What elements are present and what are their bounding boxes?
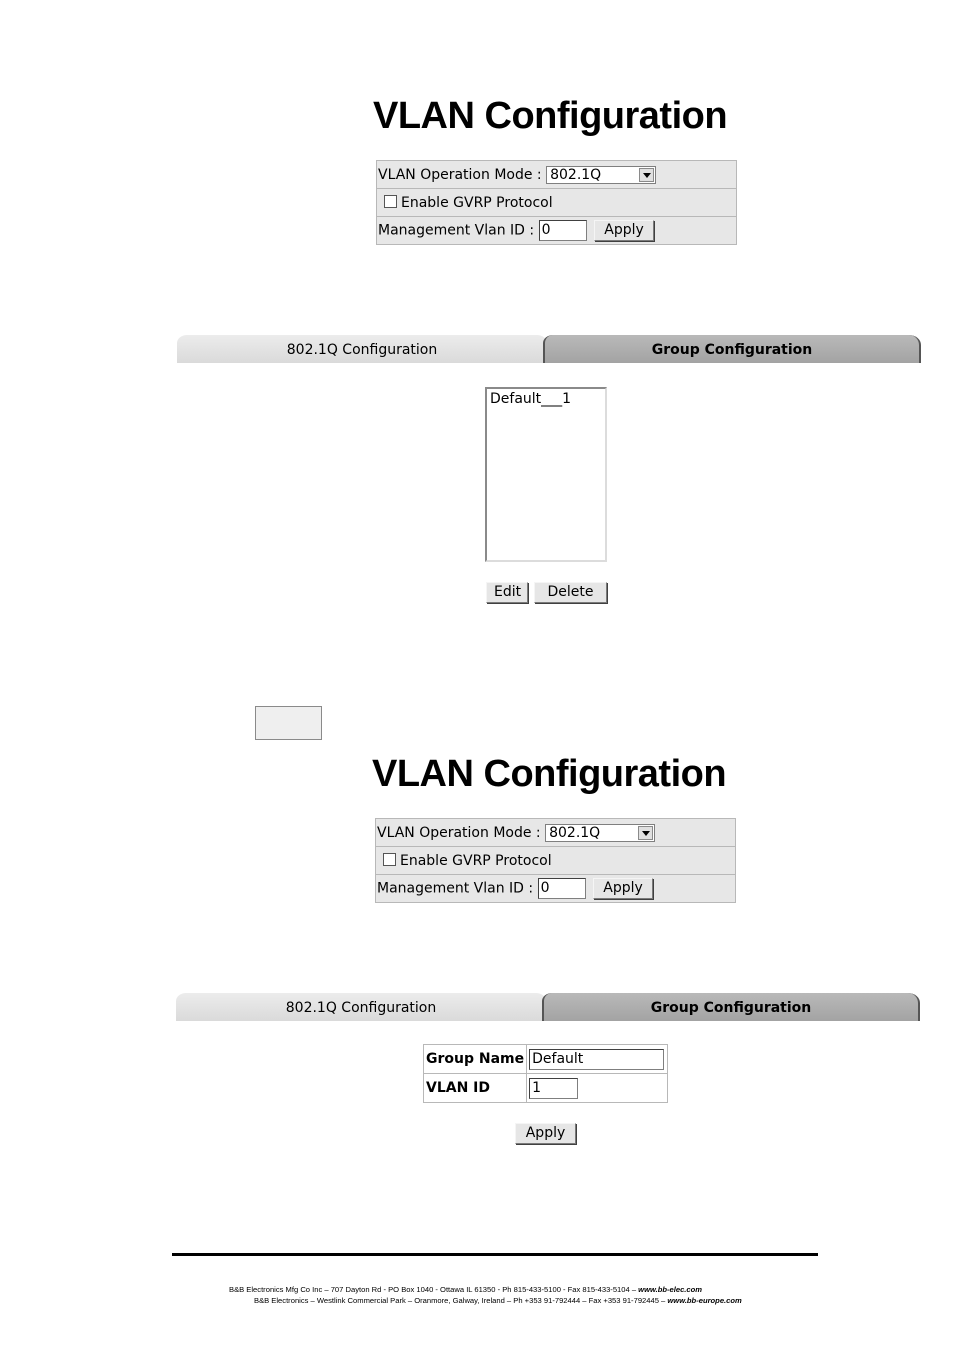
apply-button[interactable]: Apply xyxy=(594,220,655,241)
chevron-down-icon xyxy=(639,167,655,182)
vlan-id-label: VLAN ID xyxy=(422,1073,528,1103)
gvrp-checkbox[interactable] xyxy=(383,852,396,866)
management-vlan-label: Management Vlan ID : xyxy=(378,222,535,239)
tab-group-configuration[interactable]: Group Configuration xyxy=(542,993,920,1021)
gvrp-label: Enable GVRP Protocol xyxy=(400,852,552,869)
footer-line-eu: B&B Electronics – Westlink Commercial Pa… xyxy=(254,1296,742,1305)
config-tabs: 802.1Q Configuration Group Configuration xyxy=(177,335,921,363)
blank-button[interactable] xyxy=(255,706,322,740)
vlan-settings-table: VLAN Operation Mode : 802.1Q Enable GVRP… xyxy=(375,818,736,903)
page-title: VLAN Configuration xyxy=(372,753,727,795)
footer-divider xyxy=(172,1253,818,1256)
group-name-input[interactable]: Default xyxy=(529,1048,665,1070)
delete-button[interactable]: Delete xyxy=(534,582,607,603)
apply-button[interactable]: Apply xyxy=(593,878,654,899)
footer-line-us: B&B Electronics Mfg Co Inc – 707 Dayton … xyxy=(229,1285,703,1294)
operation-mode-label: VLAN Operation Mode : xyxy=(378,166,542,183)
tab-8021q-configuration[interactable]: 802.1Q Configuration xyxy=(177,335,547,363)
group-edit-form: Group Name Default VLAN ID 1 xyxy=(422,1044,669,1103)
operation-mode-label: VLAN Operation Mode : xyxy=(377,824,541,841)
group-apply-button[interactable]: Apply xyxy=(515,1123,576,1144)
tab-group-configuration[interactable]: Group Configuration xyxy=(543,335,921,363)
edit-button[interactable]: Edit xyxy=(486,582,528,603)
vlan-settings-table: VLAN Operation Mode : 802.1Q Enable GVRP… xyxy=(376,160,737,245)
chevron-down-icon xyxy=(638,825,654,840)
vlan-id-input[interactable]: 1 xyxy=(529,1077,579,1099)
management-vlan-label: Management Vlan ID : xyxy=(377,880,534,897)
gvrp-checkbox[interactable] xyxy=(384,194,397,208)
tab-8021q-configuration[interactable]: 802.1Q Configuration xyxy=(176,993,546,1021)
management-vlan-input[interactable]: 0 xyxy=(537,878,586,899)
operation-mode-select[interactable]: 802.1Q xyxy=(545,823,656,842)
page-title: VLAN Configuration xyxy=(373,95,728,137)
list-item[interactable]: Default___1 xyxy=(487,389,605,409)
gvrp-label: Enable GVRP Protocol xyxy=(401,194,553,211)
group-name-label: Group Name xyxy=(422,1044,528,1074)
vlan-group-listbox[interactable]: Default___1 xyxy=(485,387,607,562)
management-vlan-input[interactable]: 0 xyxy=(538,220,587,241)
footer-link-us[interactable]: www.bb-elec.com xyxy=(638,1285,702,1294)
footer-link-eu[interactable]: www.bb-europe.com xyxy=(667,1296,741,1305)
operation-mode-select[interactable]: 802.1Q xyxy=(546,165,657,184)
config-tabs: 802.1Q Configuration Group Configuration xyxy=(176,993,920,1021)
